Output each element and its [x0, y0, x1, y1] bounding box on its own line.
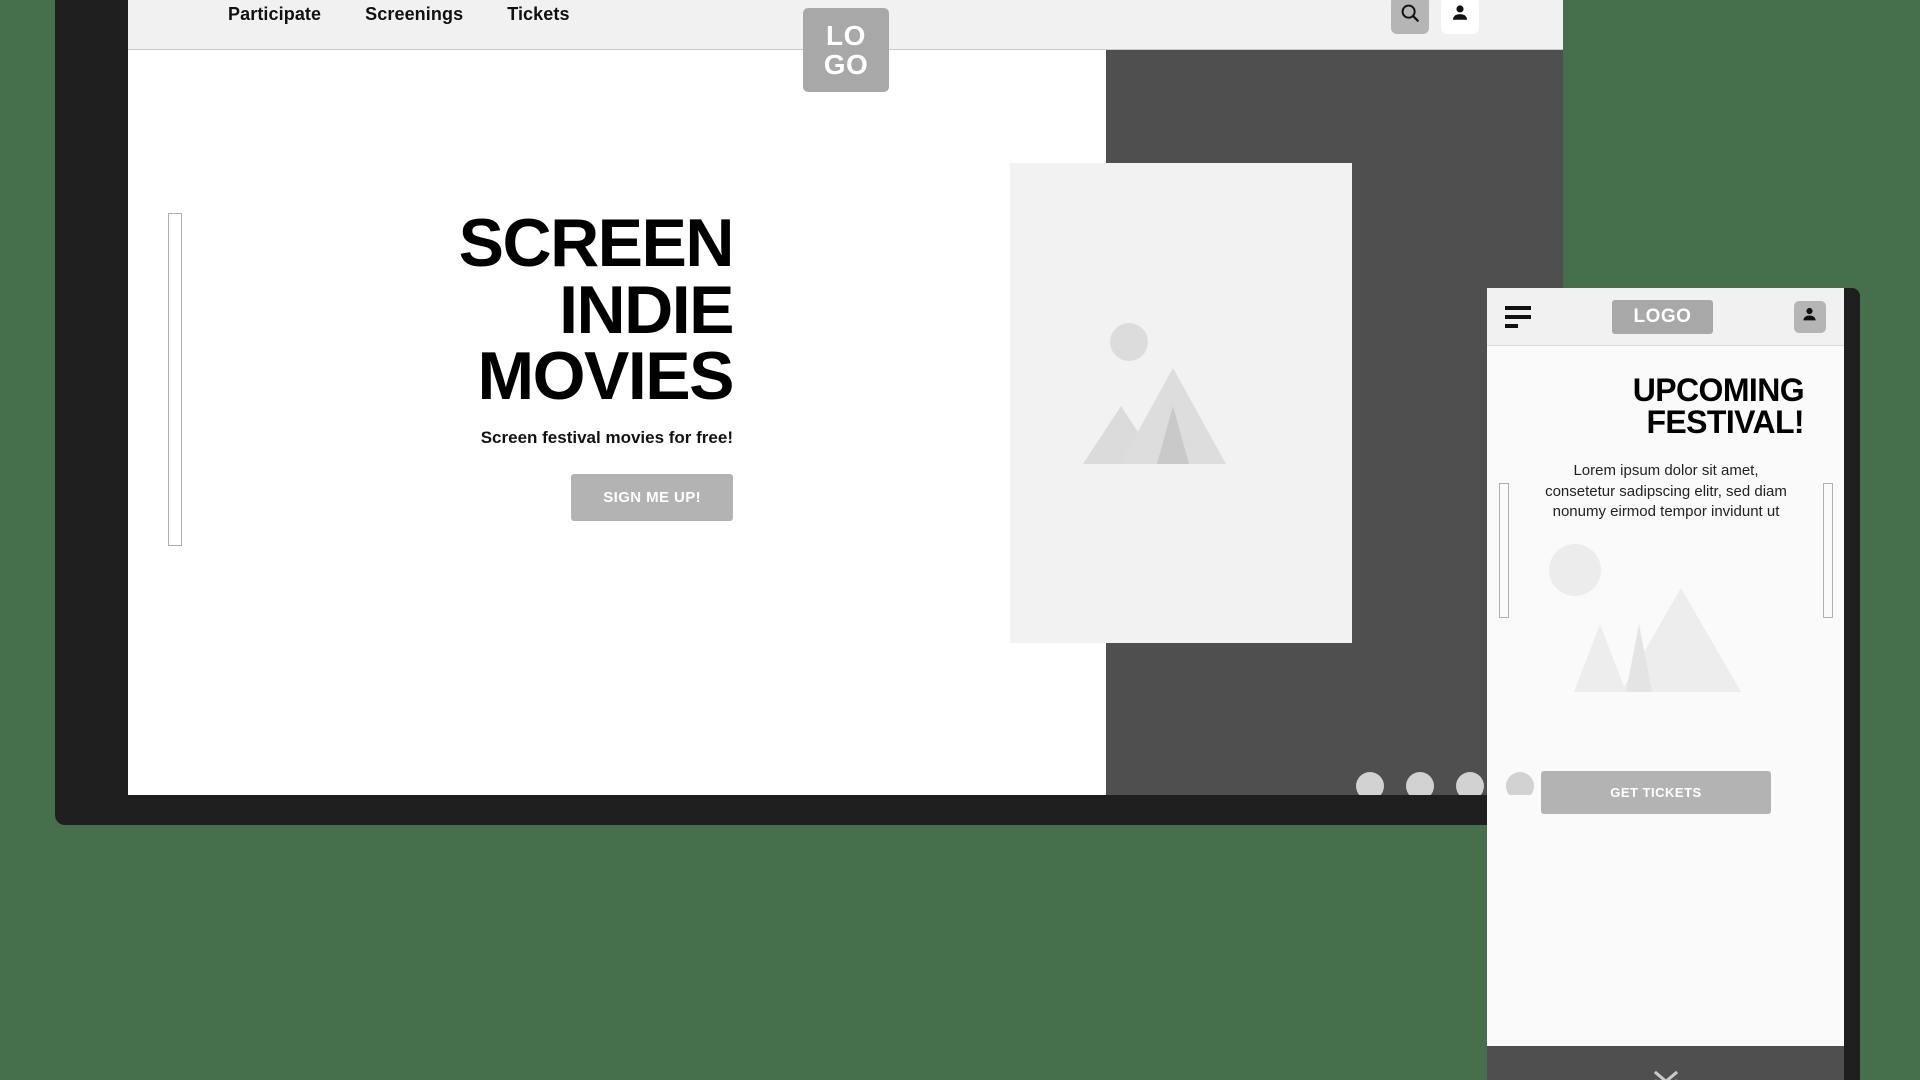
- nav-link-screenings[interactable]: Screenings: [365, 4, 463, 25]
- sign-me-up-button[interactable]: SIGN ME UP!: [571, 473, 733, 521]
- hero-headline-line-3: MOVIES: [477, 338, 735, 415]
- hero-headline-line-2: INDIE: [559, 271, 734, 348]
- hero-subtitle: Screen festival movies for free!: [480, 427, 733, 447]
- nav-link-tickets[interactable]: Tickets: [507, 4, 569, 25]
- mobile-screen: LOGO UPCOMING FESTIVAL! Lorem ipsum dolo…: [1487, 288, 1844, 1080]
- carousel-dot-3[interactable]: [1456, 772, 1484, 795]
- search-icon: [1399, 2, 1421, 29]
- mobile-paragraph: Lorem ipsum dolor sit amet, consetetur s…: [1545, 462, 1787, 521]
- mobile-footer: [1487, 1046, 1844, 1080]
- mobile-navbar: LOGO: [1487, 288, 1844, 346]
- desktop-logo-line-1: LO: [826, 19, 866, 51]
- desktop-screen: Participate Screenings Tickets LO GO SCR…: [128, 0, 1563, 795]
- mobile-heading-line-1: UPCOMING: [1632, 372, 1805, 408]
- desktop-monitor-frame: Participate Screenings Tickets LO GO SCR…: [55, 0, 1563, 825]
- person-icon: [1800, 305, 1819, 329]
- person-icon: [1449, 2, 1471, 29]
- hamburger-menu-icon[interactable]: [1505, 305, 1531, 328]
- double-chevron-down-icon[interactable]: [1649, 1063, 1683, 1080]
- desktop-logo-line-2: GO: [823, 49, 869, 80]
- desktop-nav-actions: [1391, 0, 1479, 34]
- mobile-content: UPCOMING FESTIVAL! Lorem ipsum dolor sit…: [1487, 346, 1844, 1046]
- mobile-prev-marker[interactable]: [1499, 483, 1509, 618]
- mobile-image-placeholder: [1529, 536, 1804, 692]
- mobile-heading-line-2: FESTIVAL!: [1646, 404, 1804, 440]
- nav-link-participate[interactable]: Participate: [228, 4, 321, 25]
- mobile-next-marker[interactable]: [1823, 483, 1833, 618]
- mobile-phone-frame: LOGO UPCOMING FESTIVAL! Lorem ipsum dolo…: [1487, 288, 1860, 1080]
- mockup-canvas: Participate Screenings Tickets LO GO SCR…: [0, 0, 1920, 1080]
- desktop-nav-links: Participate Screenings Tickets: [228, 0, 570, 49]
- desktop-logo[interactable]: LO GO: [803, 8, 889, 92]
- carousel-dot-2[interactable]: [1406, 772, 1434, 795]
- account-button[interactable]: [1441, 0, 1479, 34]
- carousel-dot-4[interactable]: [1506, 772, 1534, 795]
- get-tickets-button[interactable]: GET TICKETS: [1541, 771, 1771, 814]
- hero-prev-marker[interactable]: [168, 213, 182, 546]
- mobile-account-button[interactable]: [1793, 300, 1826, 333]
- mobile-logo[interactable]: LOGO: [1611, 299, 1714, 334]
- mobile-heading: UPCOMING FESTIVAL!: [1509, 372, 1805, 440]
- hero-headline-line-1: SCREEN: [458, 205, 735, 281]
- search-button[interactable]: [1391, 0, 1429, 34]
- hero-copy-block: SCREEN INDIE MOVIES Screen festival movi…: [248, 205, 735, 521]
- hero-carousel-dots: [1356, 772, 1534, 795]
- hero-image-placeholder: [1010, 163, 1352, 643]
- carousel-dot-1[interactable]: [1356, 772, 1384, 795]
- desktop-hero-section: SCREEN INDIE MOVIES Screen festival movi…: [128, 50, 1563, 795]
